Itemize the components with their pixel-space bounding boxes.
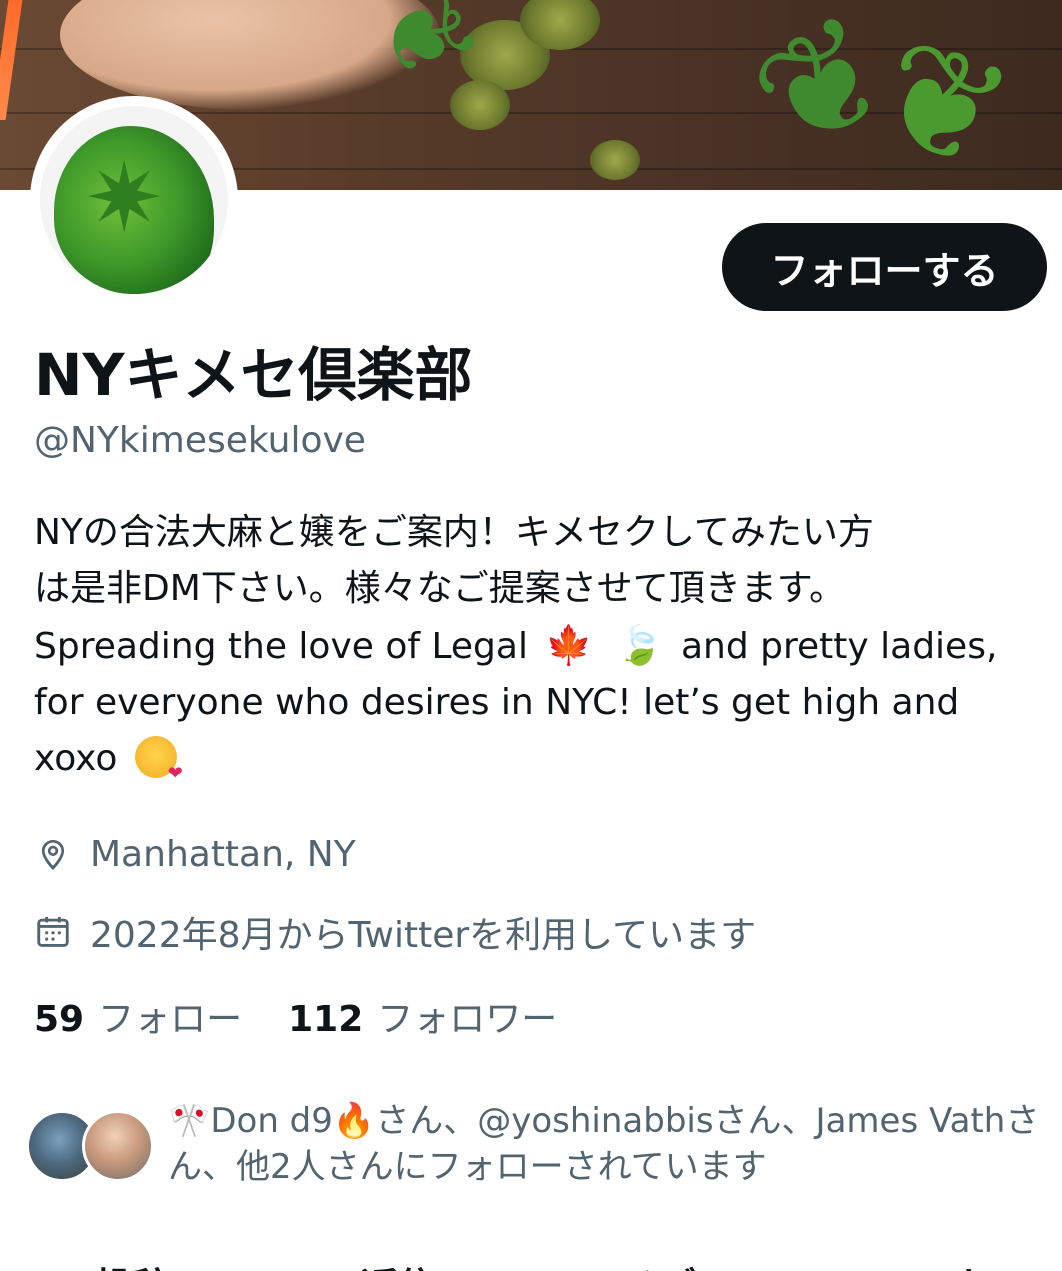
bio-text: and pretty ladies, bbox=[680, 626, 998, 667]
calendar-icon bbox=[37, 916, 69, 947]
followed-by-line: 🎌Don d9🔥さん、@yoshinabbisさん、James Vathさ bbox=[168, 1101, 1040, 1141]
bio-line: xoxo bbox=[34, 731, 1034, 802]
following-label: フォロー bbox=[98, 999, 243, 1040]
followed-by-text: 🎌Don d9🔥さん、@yoshinabbisさん、James Vathさ ん、… bbox=[168, 1098, 1048, 1190]
avatar-leaf-icon: ✷ bbox=[84, 142, 165, 254]
bio-line: NYの合法大麻と嬢をご案内！キメセクしてみたい方 bbox=[34, 512, 874, 553]
followers-count: 112 bbox=[288, 999, 364, 1040]
kissing-face-icon bbox=[134, 736, 183, 802]
bio-text: Spreading the love of Legal bbox=[34, 626, 528, 667]
joined-row: 2022年8月からTwitterを利用しています bbox=[34, 906, 756, 958]
profile-avatar[interactable]: ✷ bbox=[34, 100, 234, 300]
followed-by-line: ん、他2人さんにフォローされています bbox=[168, 1147, 767, 1187]
display-name: NYキメセ倶楽部 bbox=[34, 341, 473, 409]
bio-line: Spreading the love of Legal 🍁 🍃 and pret… bbox=[34, 617, 1034, 675]
tab-media[interactable]: メディア bbox=[620, 1256, 769, 1271]
profile-tabs: 投稿 返信 メディア いいね bbox=[0, 1250, 1062, 1271]
follow-stats: 59 フォロー 112 フォロワー bbox=[34, 990, 603, 1042]
leaf-icon: 🍃 bbox=[616, 623, 664, 667]
joined-text: 2022年8月からTwitterを利用しています bbox=[90, 915, 757, 956]
tab-replies[interactable]: 返信 bbox=[360, 1256, 436, 1271]
location-row: Manhattan, NY bbox=[34, 834, 356, 875]
user-handle: @NYkimesekulove bbox=[34, 420, 366, 461]
profile-bio: NYの合法大麻と嬢をご案内！キメセクしてみたい方 は是非DM下さい。様々なご提案… bbox=[34, 505, 1034, 802]
followed-by-section[interactable]: 🎌Don d9🔥さん、@yoshinabbisさん、James Vathさ ん、… bbox=[26, 1098, 1046, 1188]
follow-button[interactable]: フォローする bbox=[722, 223, 1047, 311]
followers-label: フォロワー bbox=[377, 999, 558, 1040]
bio-text: xoxo bbox=[34, 738, 118, 779]
bio-line: for everyone who desires in NYC! let’s g… bbox=[34, 682, 960, 723]
tab-posts[interactable]: 投稿 bbox=[95, 1256, 171, 1271]
following-link[interactable]: 59 フォロー bbox=[34, 990, 242, 1042]
map-pin-icon bbox=[41, 839, 65, 870]
maple-leaf-icon: 🍁 bbox=[545, 623, 593, 667]
followers-link[interactable]: 112 フォロワー bbox=[288, 990, 557, 1042]
banner-orange-strip bbox=[0, 0, 23, 120]
location-text: Manhattan, NY bbox=[90, 834, 356, 875]
bio-line: は是非DM下さい。様々なご提案させて頂きます。 bbox=[34, 568, 846, 609]
follower-avatar bbox=[82, 1110, 154, 1182]
following-count: 59 bbox=[34, 999, 85, 1040]
tab-likes[interactable]: いいね bbox=[880, 1256, 994, 1271]
